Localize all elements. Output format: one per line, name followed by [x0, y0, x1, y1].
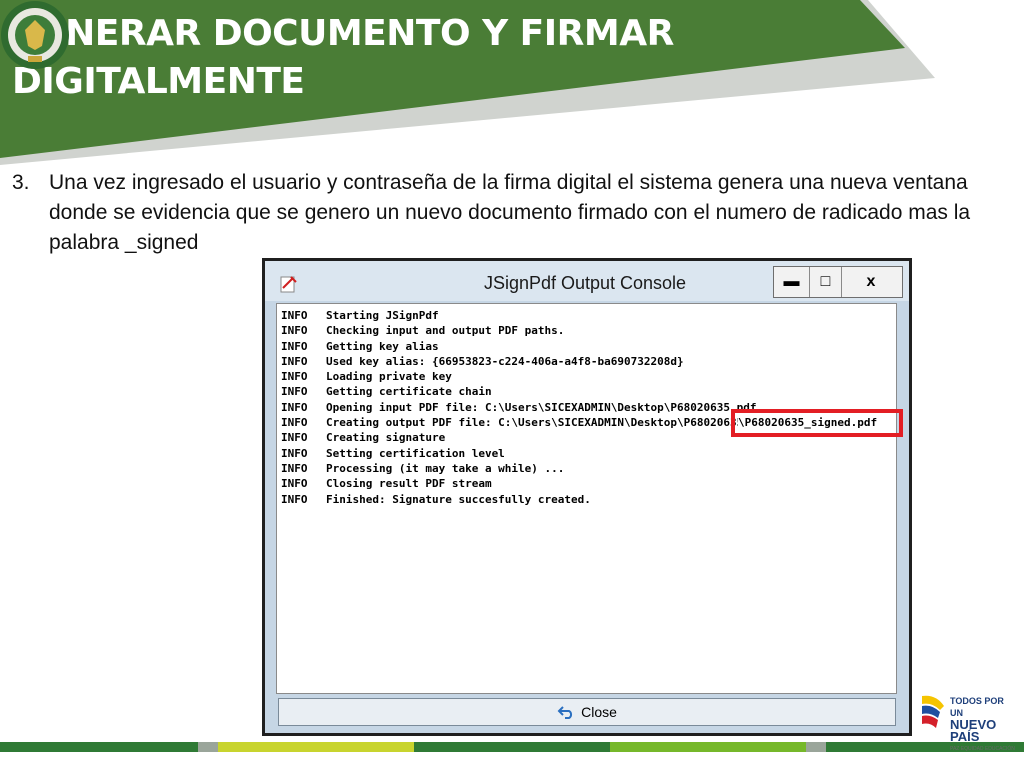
log-message: Loading private key [326, 370, 452, 384]
log-line: INFO Loading private key [281, 369, 896, 384]
footer-stripe-segment [806, 742, 826, 752]
footer-stripe [0, 742, 1024, 752]
signed-file-name: \P68020635_signed.pdf [738, 416, 878, 429]
colombia-flag-icon [922, 695, 944, 728]
log-line: INFO Getting certificate chain [281, 384, 896, 399]
log-message: Setting certification level [326, 446, 505, 460]
log-level: INFO [281, 385, 308, 399]
output-console[interactable]: INFO Starting JSignPdf INFO Checking input … [276, 303, 897, 694]
step-number: 3. [12, 171, 30, 194]
log-line: INFO Used key alias: {66953823-c224-406a-… [281, 354, 896, 369]
gov-logo-line1: TODOS POR UN [950, 696, 1004, 718]
close-button-label: Close [581, 704, 617, 720]
signed-file-highlight: \P68020635_signed.pdf [731, 409, 903, 437]
police-seal-icon [1, 1, 69, 69]
log-line: INFO Starting JSignPdf [281, 308, 896, 323]
log-line: INFO Setting certification level [281, 446, 896, 461]
gov-logo-line3: PAZ EQUIDAD EDUCACIÓN [950, 746, 1015, 752]
log-message: Processing (it may take a while) ... [326, 461, 565, 475]
undo-arrow-icon [557, 706, 573, 719]
log-message: Finished: Signature succesfully created. [326, 492, 591, 506]
log-level: INFO [281, 477, 308, 491]
log-level: INFO [281, 400, 308, 414]
log-line: INFO Checking input and output PDF paths. [281, 323, 896, 338]
log-message: Starting JSignPdf [326, 309, 439, 322]
footer-stripe-segment [414, 742, 610, 752]
log-level: INFO [281, 370, 308, 384]
log-level: INFO [281, 461, 308, 475]
log-level: INFO [281, 354, 308, 368]
log-message: Checking input and output PDF paths. [326, 324, 565, 338]
log-level: INFO [281, 309, 308, 322]
close-window-button[interactable]: x [842, 267, 900, 297]
gov-logo-line2: NUEVO PAÍS [950, 717, 997, 744]
log-level: INFO [281, 324, 308, 338]
log-level: INFO [281, 416, 308, 430]
log-message: Used key alias: {66953823-c224-406a-a4f8… [326, 354, 684, 368]
gov-logo: TODOS POR UN NUEVO PAÍS PAZ EQUIDAD EDUC… [918, 692, 1018, 752]
step-text: Una vez ingresado el usuario y contraseñ… [49, 171, 971, 254]
header-banner: GENERAR DOCUMENTO Y FIRMAR DIGITALMENTE [0, 0, 1024, 165]
log-message: Closing result PDF stream [326, 477, 492, 491]
window-title: JSignPdf Output Console [483, 273, 687, 293]
log-level: INFO [281, 431, 308, 445]
log-line: INFO Getting key alias [281, 339, 896, 354]
gov-logo-text: TODOS POR UN NUEVO PAÍS PAZ EQUIDAD EDUC… [950, 695, 1018, 755]
jsignpdf-app-icon [280, 276, 297, 293]
log-message: Getting certificate chain [326, 385, 492, 399]
log-level: INFO [281, 492, 308, 506]
footer-stripe-segment [0, 742, 198, 752]
log-level: INFO [281, 339, 308, 353]
footer-stripe-segment [198, 742, 218, 752]
log-line: INFO Processing (it may take a while) ... [281, 461, 896, 476]
maximize-button[interactable]: □ [810, 267, 842, 297]
log-message: Creating signature [326, 431, 446, 445]
log-line: INFO Finished: Signature succesfully crea… [281, 492, 896, 507]
minimize-button[interactable]: ▬ [774, 267, 810, 297]
log-level: INFO [281, 446, 308, 460]
slide-title: GENERAR DOCUMENTO Y FIRMAR DIGITALMENTE [12, 13, 674, 102]
window-controls: ▬ □ x [773, 266, 903, 298]
log-line: INFO Closing result PDF stream [281, 476, 896, 491]
log-message: Getting key alias [326, 339, 439, 353]
log-message: Opening input PDF file: C:\Users\SICEXAD… [326, 400, 757, 414]
jsignpdf-output-window: JSignPdf Output Console ▬ □ x INFO Starti… [262, 258, 912, 736]
window-titlebar[interactable]: JSignPdf Output Console ▬ □ x [265, 261, 909, 301]
footer-stripe-segment [218, 742, 414, 752]
footer-stripe-segment [610, 742, 806, 752]
close-button[interactable]: Close [278, 698, 896, 726]
